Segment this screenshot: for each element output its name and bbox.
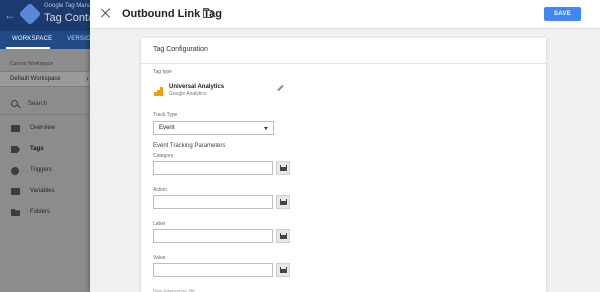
search-label: Search xyxy=(28,101,48,107)
sidebar: Current Workspace Default Workspace › Se… xyxy=(0,49,100,292)
analytics-icon xyxy=(154,87,163,96)
panel-header: Outbound Link Tag SAVE xyxy=(90,0,600,29)
sidebar-item-label: Triggers xyxy=(30,167,52,173)
divider xyxy=(141,63,546,64)
variable-picker-icon[interactable] xyxy=(276,195,290,209)
variable-picker-icon[interactable] xyxy=(276,229,290,243)
workspace-name: Default Workspace xyxy=(10,76,61,82)
sidebar-item-triggers[interactable]: Triggers xyxy=(0,163,100,179)
card-title: Tag Configuration xyxy=(153,46,208,53)
variables-icon xyxy=(11,188,20,195)
action-field[interactable] xyxy=(153,195,273,209)
value-field[interactable] xyxy=(153,263,273,277)
variable-picker-icon[interactable] xyxy=(276,161,290,175)
tag-type-name[interactable]: Universal Analytics xyxy=(169,84,224,90)
gtm-logo-icon xyxy=(18,2,42,26)
track-type-value: Event xyxy=(159,125,175,131)
current-workspace-label: Current Workspace xyxy=(10,61,53,67)
track-type-select[interactable]: Event xyxy=(153,121,274,135)
tag-icon xyxy=(11,146,20,153)
tag-type-subtitle: Google Analytics xyxy=(169,91,207,97)
sidebar-item-tags[interactable]: Tags xyxy=(0,142,100,158)
chevron-right-icon: › xyxy=(86,74,89,83)
trigger-icon xyxy=(11,167,19,175)
label-label: Label xyxy=(153,221,166,227)
sidebar-item-overview[interactable]: Overview xyxy=(0,121,100,137)
save-button[interactable]: SAVE xyxy=(544,7,581,21)
sidebar-item-label: Overview xyxy=(30,125,56,131)
arrow-left-icon[interactable]: ← xyxy=(4,8,16,22)
folder-icon xyxy=(11,209,20,216)
label-field[interactable] xyxy=(153,229,273,243)
sidebar-item-label: Folders xyxy=(30,209,51,215)
event-tracking-title: Event Tracking Parameters xyxy=(153,143,226,149)
track-type-label: Track Type xyxy=(153,112,178,118)
overview-icon xyxy=(11,125,20,132)
sidebar-item-variables[interactable]: Variables xyxy=(0,184,100,200)
category-field[interactable] xyxy=(153,161,273,175)
workspace-selector[interactable]: Default Workspace › xyxy=(0,71,100,87)
variable-picker-icon[interactable] xyxy=(276,263,290,277)
action-label: Action xyxy=(153,187,167,193)
category-label: Category xyxy=(153,153,174,159)
folder-icon[interactable] xyxy=(203,8,213,18)
value-label: Value xyxy=(153,255,166,261)
caret-down-icon xyxy=(264,127,268,130)
sidebar-search[interactable]: Search xyxy=(0,95,100,115)
search-icon xyxy=(11,100,18,107)
sidebar-item-label: Tags xyxy=(30,146,44,152)
tab-workspace[interactable]: WORKSPACE xyxy=(12,36,52,42)
sidebar-item-folders[interactable]: Folders xyxy=(0,205,100,221)
tag-configuration-card: Tag Configuration Tag type Universal Ana… xyxy=(141,38,546,292)
tag-editor-panel: Outbound Link Tag SAVE Tag Configuration… xyxy=(90,0,600,292)
sidebar-item-label: Variables xyxy=(30,188,55,194)
close-icon[interactable] xyxy=(99,6,113,20)
tag-type-label: Tag type xyxy=(153,69,172,75)
pencil-icon[interactable] xyxy=(277,84,284,92)
